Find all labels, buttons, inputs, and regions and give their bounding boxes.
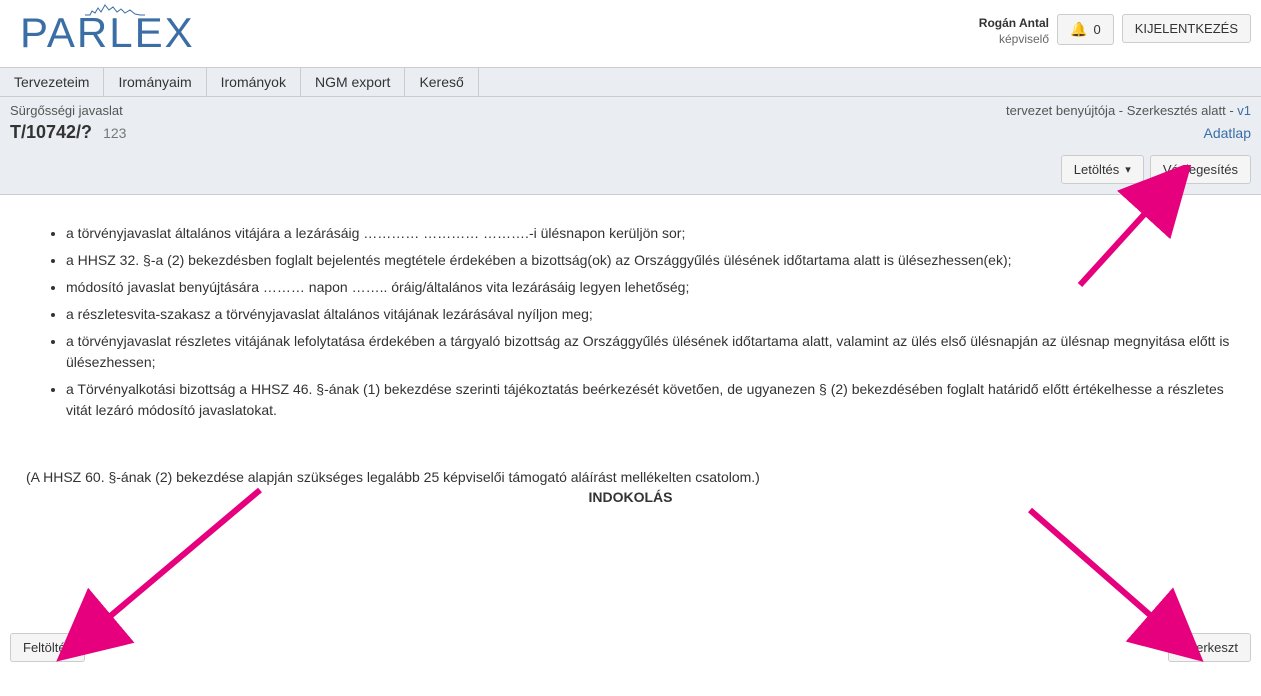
content-panel: a törvényjavaslat általános vitájára a l…: [6, 201, 1255, 621]
nav-tervezeteim[interactable]: Tervezeteim: [0, 68, 104, 96]
navbar: Tervezeteim Irományaim Irományok NGM exp…: [0, 68, 1261, 97]
bell-icon: 🔔: [1070, 21, 1087, 38]
upload-button[interactable]: Feltöltés: [10, 633, 85, 662]
nav-iromanyaim[interactable]: Irományaim: [104, 68, 206, 96]
logo-skyline-icon: [85, 2, 145, 16]
attachment-note: (A HHSZ 60. §-ának (2) bekezdése alapján…: [26, 469, 1235, 485]
section-title: INDOKOLÁS: [26, 489, 1235, 505]
doc-status: tervezet benyújtója - Szerkesztés alatt …: [1006, 103, 1237, 118]
header: PARLEX Rogán Antal képviselő 🔔 0 KIJELEN…: [0, 0, 1261, 68]
doc-type-label: Sürgősségi javaslat: [10, 103, 123, 118]
nav-iromanyok[interactable]: Irományok: [207, 68, 301, 96]
footer-buttons: Feltöltés Szerkeszt: [0, 627, 1261, 672]
doc-id: T/10742/? 123: [10, 122, 126, 143]
doc-id-suffix: 123: [103, 125, 126, 141]
notifications-count: 0: [1093, 22, 1100, 37]
list-item: a törvényjavaslat általános vitájára a l…: [66, 223, 1235, 244]
edit-button[interactable]: Szerkeszt: [1168, 633, 1251, 662]
user-info: Rogán Antal képviselő: [979, 14, 1049, 47]
logout-button[interactable]: KIJELENTKEZÉS: [1122, 14, 1251, 43]
logo: PARLEX: [10, 4, 205, 67]
nav-ngm-export[interactable]: NGM export: [301, 68, 405, 96]
adatlap-link[interactable]: Adatlap: [1204, 125, 1251, 141]
list-item: a törvényjavaslat részletes vitájának le…: [66, 331, 1235, 373]
user-role: képviselő: [979, 32, 1049, 48]
download-button[interactable]: Letöltés ▾: [1061, 155, 1144, 184]
version-link[interactable]: v1: [1237, 103, 1251, 118]
user-name: Rogán Antal: [979, 16, 1049, 32]
bullet-list: a törvényjavaslat általános vitájára a l…: [66, 223, 1235, 421]
logo-text: PARLEX: [20, 9, 195, 56]
list-item: módosító javaslat benyújtására ……… napon…: [66, 277, 1235, 298]
finalize-button[interactable]: Véglegesítés: [1150, 155, 1251, 184]
list-item: a HHSZ 32. §-a (2) bekezdésben foglalt b…: [66, 250, 1235, 271]
notifications-button[interactable]: 🔔 0: [1057, 14, 1114, 45]
list-item: a Törvényalkotási bizottság a HHSZ 46. §…: [66, 379, 1235, 421]
chevron-down-icon: ▾: [1125, 163, 1131, 176]
nav-kereso[interactable]: Kereső: [405, 68, 478, 96]
list-item: a részletesvita-szakasz a törvényjavasla…: [66, 304, 1235, 325]
subheader: Sürgősségi javaslat tervezet benyújtója …: [0, 97, 1261, 195]
